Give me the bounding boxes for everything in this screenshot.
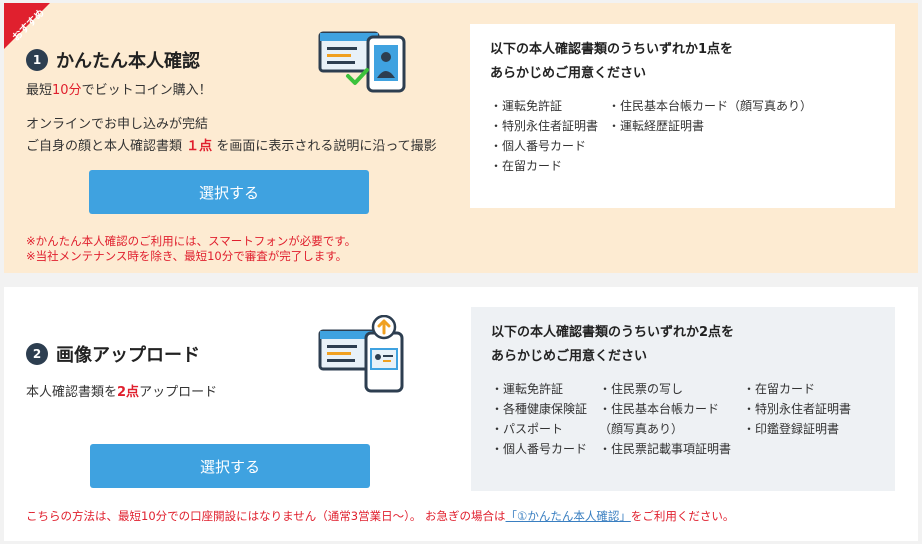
easy-verification-card: おすすめ 1 かんたん本人確認 最短10分でビットコイン購入！ オンラインでお申… [4, 3, 918, 273]
id-card-phone-illustration-icon [318, 31, 406, 93]
image-upload-card: 2 画像アップロード 本人確認書類を2点アップロード 選択する こちらの方法は、… [4, 287, 918, 541]
document-item: ・運転免許証 [490, 99, 563, 113]
document-item: （顔写真あり） [599, 422, 684, 436]
card1-title-row: 1 かんたん本人確認 [26, 47, 200, 73]
document-item: ・在留カード [490, 159, 563, 173]
document-item: ・在留カード [743, 382, 816, 396]
document-item: ・特別永住者証明書 [490, 119, 599, 133]
document-item: ・特別永住者証明書 [743, 402, 852, 416]
document-item: ・住民基本台帳カード（顔写真あり） [608, 99, 813, 113]
upload-document-illustration-icon [318, 315, 404, 393]
card1-instruction: ご自身の顔と本人確認書類 １点 を画面に表示される説明に沿って撮影 [26, 139, 437, 154]
select-easy-verification-button[interactable]: 選択する [89, 170, 369, 214]
document-item: ・運転免許証 [491, 382, 564, 396]
step-number-badge: 2 [26, 343, 48, 365]
card1-subtitle: 最短10分でビットコイン購入！ [26, 83, 212, 98]
card1-title: かんたん本人確認 [56, 51, 200, 72]
documents-column-2: ・住民票の写し ・住民基本台帳カード （顔写真あり） ・住民票記載事項証明書 [599, 379, 743, 459]
document-item: ・個人番号カード [490, 139, 587, 153]
easy-verification-link[interactable]: 「①かんたん本人確認」 [506, 509, 631, 523]
document-item: ・住民票の写し [599, 382, 684, 396]
document-item: ・パスポート [491, 422, 564, 436]
documents-column-2: ・住民基本台帳カード（顔写真あり） ・運転経歴証明書 [608, 96, 812, 176]
documents-heading-line1: 以下の本人確認書類のうちいずれか2点を [491, 325, 735, 340]
smartphone-required-note: ※かんたん本人確認のご利用には、スマートフォンが必要です。 [26, 234, 357, 248]
review-time-note: ※当社メンテナンス時を除き、最短10分で審査が完了します。 [26, 249, 348, 263]
select-image-upload-button[interactable]: 選択する [90, 444, 370, 488]
required-documents-box: 以下の本人確認書類のうちいずれか1点を あらかじめご用意ください ・運転免許証 … [470, 24, 895, 208]
documents-column-1: ・運転免許証 ・特別永住者証明書 ・個人番号カード ・在留カード [490, 96, 608, 176]
document-item: ・個人番号カード [491, 442, 588, 456]
card2-title-row: 2 画像アップロード [26, 341, 200, 367]
document-item: ・運転経歴証明書 [608, 119, 705, 133]
upload-method-note: こちらの方法は、最短10分での口座開設にはなりません（通常3営業日〜）。 お急ぎ… [26, 509, 735, 523]
required-documents-box: 以下の本人確認書類のうちいずれか2点を あらかじめご用意ください ・運転免許証 … [471, 307, 895, 491]
step-number-badge: 1 [26, 49, 48, 71]
card1-online-text: オンラインでお申し込みが完結 [26, 117, 209, 132]
documents-heading-line2: あらかじめご用意ください [490, 66, 647, 81]
documents-column-3: ・在留カード ・特別永住者証明書 ・印鑑登録証明書 [743, 379, 851, 459]
documents-heading-line2: あらかじめご用意ください [491, 349, 648, 364]
documents-column-1: ・運転免許証 ・各種健康保険証 ・パスポート ・個人番号カード [491, 379, 599, 459]
document-item: ・各種健康保険証 [491, 402, 588, 416]
documents-heading-line1: 以下の本人確認書類のうちいずれか1点を [490, 42, 734, 57]
document-item: ・住民票記載事項証明書 [599, 442, 732, 456]
card2-description: 本人確認書類を2点アップロード [26, 385, 218, 400]
document-item: ・住民基本台帳カード [599, 402, 720, 416]
card2-title: 画像アップロード [56, 345, 200, 366]
document-item: ・印鑑登録証明書 [743, 422, 840, 436]
